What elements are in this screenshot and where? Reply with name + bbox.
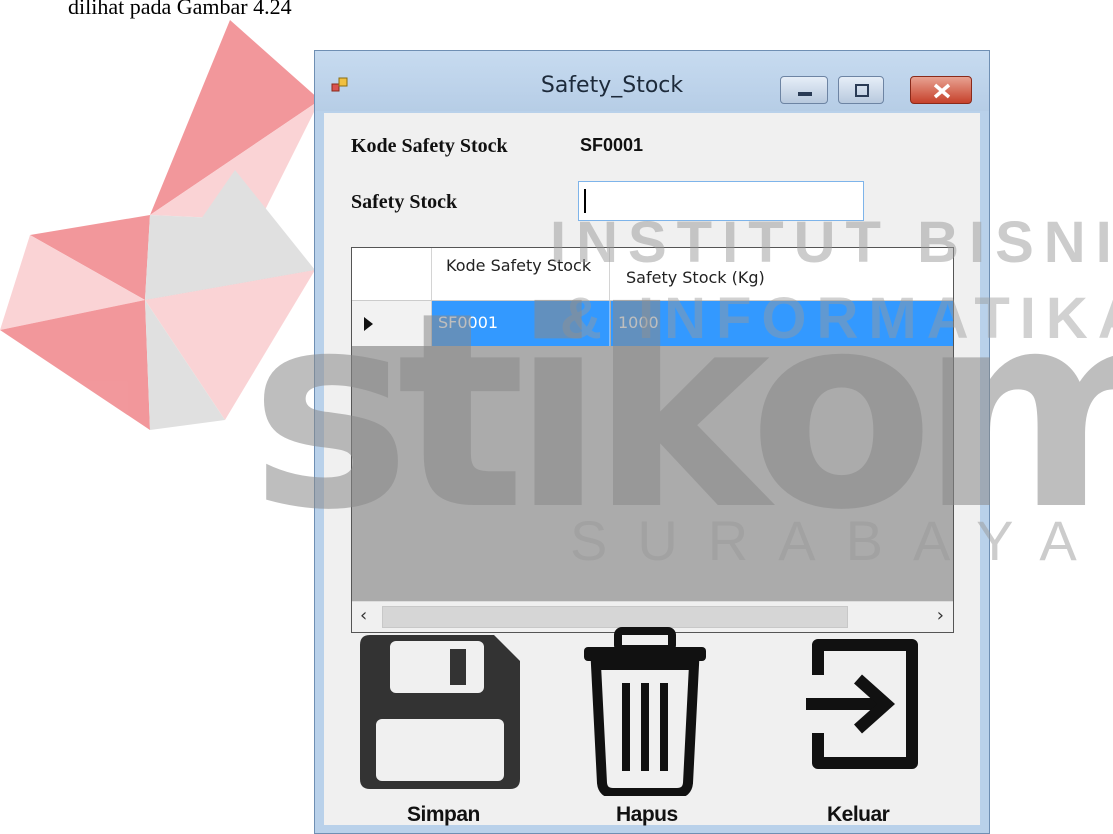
safety-stock-window: Safety_Stock Kode Safety Stock SF0001 Sa… xyxy=(314,50,990,834)
hapus-label: Hapus xyxy=(616,803,678,826)
safety-stock-grid[interactable]: Kode Safety Stock Safety Stock (Kg) SF00… xyxy=(351,247,954,633)
row-header[interactable] xyxy=(352,301,432,346)
row-header-corner[interactable] xyxy=(352,248,432,300)
column-header-safety-stock[interactable]: Safety Stock (Kg) xyxy=(611,248,953,300)
kode-safety-stock-label: Kode Safety Stock xyxy=(351,135,508,157)
trash-icon xyxy=(584,627,706,796)
document-caption: dilihat pada Gambar 4.24 xyxy=(68,0,292,19)
floppy-disk-icon xyxy=(360,635,520,789)
current-row-arrow-icon xyxy=(364,317,373,331)
simpan-button[interactable] xyxy=(354,633,524,823)
close-icon xyxy=(933,83,951,99)
close-button[interactable] xyxy=(910,76,972,104)
grid-header: Kode Safety Stock Safety Stock (Kg) xyxy=(352,248,953,301)
scroll-right-icon[interactable]: › xyxy=(937,605,944,626)
scroll-left-icon[interactable]: ‹ xyxy=(360,605,367,626)
form-body: Kode Safety Stock SF0001 Safety Stock Ko… xyxy=(324,113,980,826)
minimize-icon xyxy=(798,92,812,96)
safety-stock-label: Safety Stock xyxy=(351,191,458,213)
text-caret xyxy=(584,189,586,213)
cell-kode[interactable]: SF0001 xyxy=(432,301,610,346)
exit-icon xyxy=(806,639,918,769)
table-row[interactable]: SF0001 1000 xyxy=(352,301,953,346)
title-bar[interactable]: Safety_Stock xyxy=(315,51,989,111)
safety-stock-input[interactable] xyxy=(578,181,864,221)
simpan-label: Simpan xyxy=(407,803,480,826)
hapus-button[interactable] xyxy=(570,621,740,811)
keluar-label: Keluar xyxy=(827,803,890,826)
maximize-icon xyxy=(855,84,869,97)
column-header-kode[interactable]: Kode Safety Stock xyxy=(432,248,610,300)
minimize-button[interactable] xyxy=(780,76,828,104)
maximize-button[interactable] xyxy=(838,76,884,104)
kode-safety-stock-value: SF0001 xyxy=(580,135,644,155)
cell-safety-stock[interactable]: 1000 xyxy=(611,301,953,346)
keluar-button[interactable] xyxy=(794,635,964,825)
window-title: Safety_Stock xyxy=(540,73,684,98)
